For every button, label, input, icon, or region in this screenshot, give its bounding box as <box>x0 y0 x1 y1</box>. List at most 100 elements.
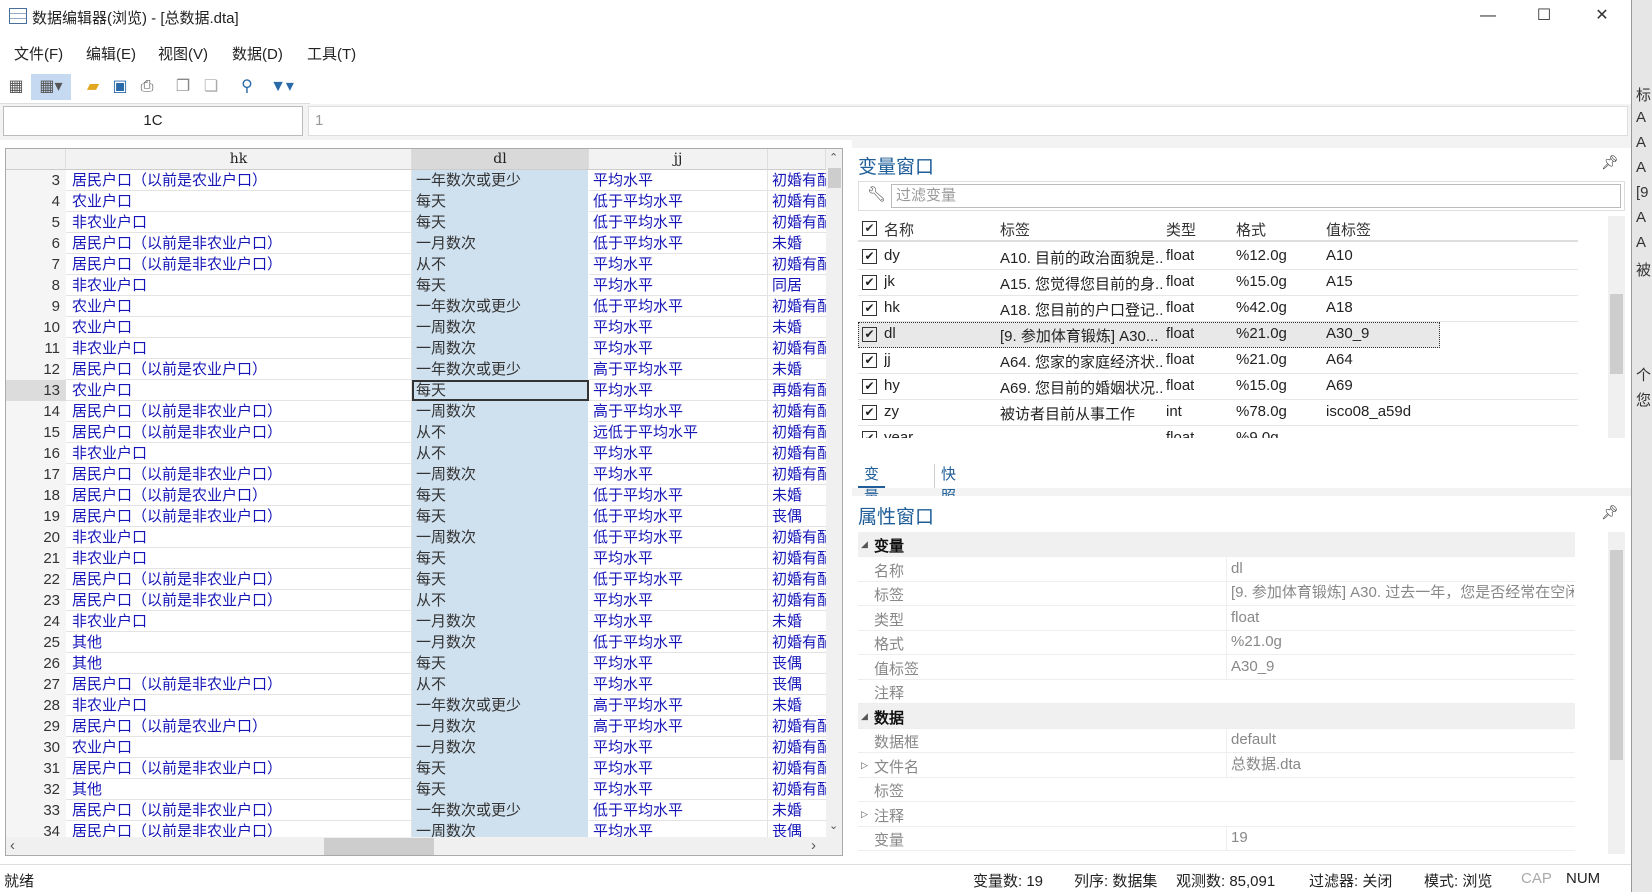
table-cell[interactable]: 初婚有配偶 <box>768 422 826 443</box>
table-cell[interactable]: 再婚有配偶 <box>768 380 826 401</box>
table-cell[interactable]: 初婚有配偶 <box>768 632 826 653</box>
column-header-hy[interactable] <box>768 149 826 170</box>
row-number[interactable]: 27 <box>6 674 66 695</box>
table-cell[interactable]: 非农业户口 <box>66 695 412 716</box>
tab-snapshots[interactable]: 快照 <box>934 464 962 505</box>
table-cell[interactable]: 丧偶 <box>768 506 826 527</box>
scroll-down-icon[interactable]: ⌄ <box>829 819 838 832</box>
variable-row[interactable]: ✔ hk A18. 您目前的户口登记... float %42.0g A18 <box>858 296 1578 322</box>
property-row[interactable]: 值标签 A30_9 <box>858 654 1575 680</box>
table-cell[interactable]: 平均水平 <box>589 590 768 611</box>
property-row[interactable]: 标签 [9. 参加体育锻炼] A30. 过去一年，您是否经常在空闲时间 <box>858 581 1575 606</box>
table-cell[interactable]: 非农业户口 <box>66 527 412 548</box>
table-cell[interactable]: 初婚有配偶 <box>768 296 826 317</box>
header-value-label[interactable]: 值标签 <box>1326 219 1371 240</box>
table-cell[interactable]: 平均水平 <box>589 338 768 359</box>
table-cell[interactable]: 非农业户口 <box>66 338 412 359</box>
row-number[interactable]: 13 <box>6 380 66 401</box>
row-number[interactable]: 9 <box>6 296 66 317</box>
table-cell[interactable]: 低于平均水平 <box>589 485 768 506</box>
table-cell[interactable]: 丧偶 <box>768 674 826 695</box>
variable-checkbox[interactable]: ✔ <box>862 249 877 264</box>
properties-scrollbar[interactable] <box>1608 532 1625 854</box>
table-cell[interactable]: 每天 <box>412 758 589 779</box>
table-cell[interactable]: 低于平均水平 <box>589 527 768 548</box>
table-cell[interactable]: 一周数次 <box>412 338 589 359</box>
table-cell[interactable]: 居民户口（以前是非农业户口） <box>66 674 412 695</box>
data-grid[interactable]: hk dl jj 3居民户口（以前是农业户口）一年数次或更少平均水平初婚有配偶4… <box>5 148 843 856</box>
variable-row[interactable]: ✔ year float %9.0g <box>858 426 1578 438</box>
table-cell[interactable]: 初婚有配偶 <box>768 443 826 464</box>
table-cell[interactable]: 居民户口（以前是农业户口） <box>66 716 412 737</box>
table-cell[interactable]: 低于平均水平 <box>589 632 768 653</box>
table-cell[interactable]: 低于平均水平 <box>589 212 768 233</box>
row-number[interactable]: 30 <box>6 737 66 758</box>
pin-icon[interactable]: 📌︎ <box>1601 504 1619 521</box>
table-cell[interactable]: 一年数次或更少 <box>412 800 589 821</box>
property-row[interactable]: 类型 float <box>858 605 1575 631</box>
row-number[interactable]: 15 <box>6 422 66 443</box>
table-cell[interactable]: 平均水平 <box>589 275 768 296</box>
collapse-icon[interactable]: ◢ <box>861 711 868 722</box>
table-cell[interactable]: 平均水平 <box>589 674 768 695</box>
table-cell[interactable]: 一年数次或更少 <box>412 359 589 380</box>
table-cell[interactable]: 初婚有配偶 <box>768 170 826 191</box>
row-number[interactable]: 3 <box>6 170 66 191</box>
expand-icon[interactable]: ▷ <box>861 809 868 820</box>
scroll-up-icon[interactable]: ⌃ <box>829 151 838 164</box>
row-number[interactable]: 32 <box>6 779 66 800</box>
row-number[interactable]: 24 <box>6 611 66 632</box>
variable-row[interactable]: ✔ dy A10. 目前的政治面貌是... float %12.0g A10 <box>858 244 1578 270</box>
table-cell[interactable]: 平均水平 <box>589 758 768 779</box>
table-cell[interactable]: 远低于平均水平 <box>589 422 768 443</box>
cell-name-box[interactable]: 1C <box>3 106 303 136</box>
menu-data[interactable]: 数据(D) <box>232 43 283 64</box>
table-cell[interactable]: 从不 <box>412 674 589 695</box>
row-number[interactable]: 10 <box>6 317 66 338</box>
menu-edit[interactable]: 编辑(E) <box>86 43 136 64</box>
table-cell[interactable]: 一年数次或更少 <box>412 296 589 317</box>
table-cell[interactable]: 农业户口 <box>66 737 412 758</box>
scroll-left-icon[interactable]: ‹ <box>10 837 15 854</box>
scroll-thumb[interactable] <box>1610 550 1623 760</box>
table-cell[interactable]: 初婚有配偶 <box>768 401 826 422</box>
row-number[interactable]: 20 <box>6 527 66 548</box>
table-cell[interactable]: 平均水平 <box>589 170 768 191</box>
table-cell[interactable]: 非农业户口 <box>66 212 412 233</box>
select-all-checkbox[interactable]: ✔ <box>862 221 877 236</box>
scroll-right-icon[interactable]: › <box>811 837 816 854</box>
row-number[interactable]: 19 <box>6 506 66 527</box>
table-cell[interactable]: 一年数次或更少 <box>412 695 589 716</box>
table-cell[interactable]: 每天 <box>412 212 589 233</box>
table-cell[interactable]: 未婚 <box>768 317 826 338</box>
table-cell[interactable]: 居民户口（以前是非农业户口） <box>66 254 412 275</box>
menu-tools[interactable]: 工具(T) <box>307 43 356 64</box>
variable-checkbox[interactable]: ✔ <box>862 431 877 438</box>
table-cell[interactable]: 丧偶 <box>768 653 826 674</box>
table-cell[interactable]: 从不 <box>412 590 589 611</box>
table-cell[interactable]: 每天 <box>412 485 589 506</box>
scroll-thumb[interactable] <box>324 838 434 855</box>
table-cell[interactable]: 未婚 <box>768 359 826 380</box>
table-cell[interactable]: 其他 <box>66 653 412 674</box>
horizontal-scrollbar[interactable]: ‹ › <box>6 837 842 855</box>
header-label[interactable]: 标签 <box>1000 219 1030 240</box>
pin-icon[interactable]: 📌︎ <box>1601 154 1619 171</box>
cell-value-box[interactable]: 1 <box>308 106 1628 136</box>
table-cell[interactable]: 初婚有配偶 <box>768 737 826 758</box>
maximize-button[interactable]: ☐ <box>1516 0 1572 34</box>
variable-checkbox[interactable]: ✔ <box>862 327 877 342</box>
table-cell[interactable]: 未婚 <box>768 800 826 821</box>
row-number[interactable]: 4 <box>6 191 66 212</box>
table-cell[interactable]: 居民户口（以前是非农业户口） <box>66 758 412 779</box>
row-number[interactable]: 5 <box>6 212 66 233</box>
table-cell[interactable]: 一月数次 <box>412 716 589 737</box>
header-name[interactable]: 名称 <box>884 219 914 240</box>
table-cell[interactable]: 同居 <box>768 275 826 296</box>
variable-row[interactable]: ✔ zy 被访者目前从事工作 int %78.0g isco08_a59d <box>858 400 1578 426</box>
table-cell[interactable]: 每天 <box>412 779 589 800</box>
header-type[interactable]: 类型 <box>1166 219 1196 240</box>
property-row[interactable]: ▷ 文件名 总数据.dta <box>858 752 1575 778</box>
table-cell[interactable]: 每天 <box>412 191 589 212</box>
close-button[interactable]: ✕ <box>1574 0 1630 34</box>
